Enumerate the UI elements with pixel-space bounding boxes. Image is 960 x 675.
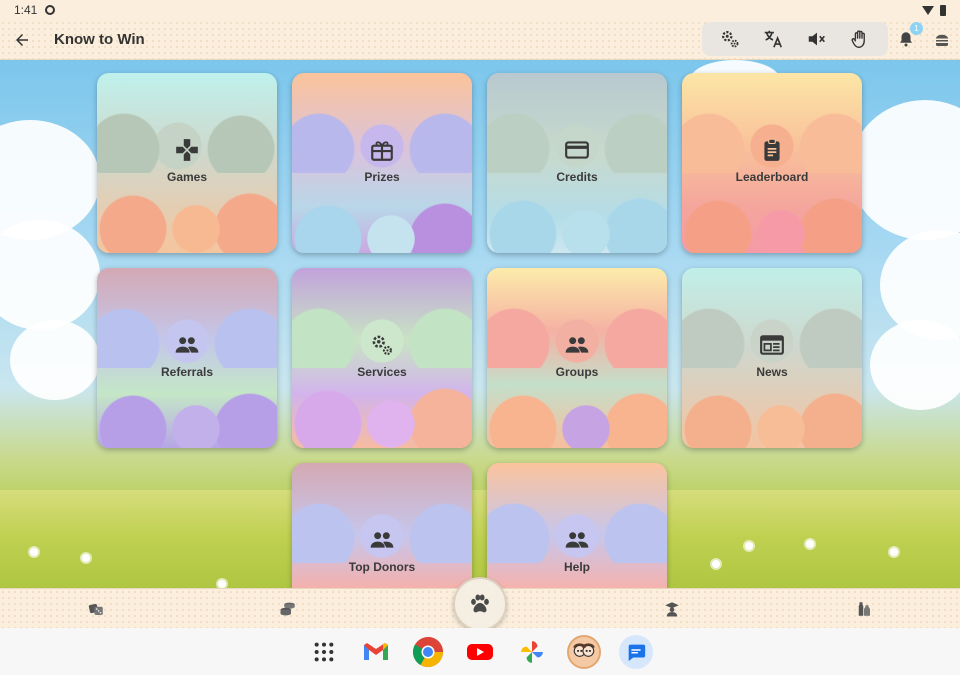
translate-button[interactable] [757, 24, 789, 54]
gears-icon [721, 31, 739, 48]
translate-icon [765, 30, 783, 48]
battery-icon [940, 4, 946, 16]
background-flower [712, 560, 720, 568]
page-title: Know to Win [54, 31, 145, 48]
gift-icon [368, 136, 396, 164]
volume-mute-icon [808, 32, 825, 46]
coins-icon [280, 602, 295, 616]
tile-help[interactable]: Help [487, 463, 667, 588]
background-flower [30, 548, 38, 556]
gamepad-icon [173, 136, 201, 164]
photos-icon [521, 640, 543, 663]
settings-button[interactable] [714, 24, 746, 54]
background-flower [890, 548, 898, 556]
background-flower [82, 554, 90, 562]
arrow-left-icon [16, 33, 28, 46]
tile-news[interactable]: News [682, 268, 862, 448]
tile-label: Groups [555, 365, 599, 379]
background-cloud [10, 320, 100, 400]
card-icon [563, 136, 591, 164]
burger-menu-icon [936, 34, 948, 46]
tile-referrals[interactable]: Referrals [97, 268, 277, 448]
tile-label: News [756, 365, 788, 379]
notifications-button[interactable]: 1 [892, 22, 923, 54]
tile-credits[interactable]: Credits [487, 73, 667, 253]
bottom-nav [0, 577, 960, 631]
gmail-icon [364, 642, 388, 660]
tile-label: Credits [556, 170, 598, 184]
clipboard-icon [758, 136, 786, 164]
tile-leaderboard[interactable]: Leaderboard [682, 73, 862, 253]
cloud-band [487, 198, 667, 253]
people-icon [563, 526, 591, 554]
nav-teacher-button[interactable] [658, 595, 686, 623]
background-cloud [0, 220, 100, 330]
system-dock [0, 628, 960, 675]
tile-label: Games [166, 170, 208, 184]
cloud-band [682, 393, 862, 448]
chrome-app-button[interactable] [411, 635, 445, 669]
background-flower [218, 580, 226, 588]
notification-badge: 1 [910, 22, 923, 35]
gmail-app-button[interactable] [359, 635, 393, 669]
cloud-band [97, 393, 277, 448]
messages-icon [628, 644, 646, 661]
chrome-icon [412, 636, 443, 667]
people-icon [173, 331, 201, 359]
nav-bottles-button[interactable] [850, 595, 878, 623]
hand-button[interactable] [844, 24, 876, 54]
photos-app-button[interactable] [515, 635, 549, 669]
tile-label: Prizes [364, 170, 400, 184]
messages-app-button[interactable] [619, 634, 653, 669]
background-cloud [870, 320, 960, 410]
tile-groups[interactable]: Groups [487, 268, 667, 448]
tile-label: Top Donors [348, 560, 416, 574]
meadow [0, 490, 960, 588]
tile-top-donors[interactable]: Top Donors [292, 463, 472, 588]
cloud-band [487, 393, 667, 448]
nav-coins-button[interactable] [274, 595, 302, 623]
tile-label: Help [563, 560, 590, 574]
system-status-bar: 1:41 [0, 0, 960, 20]
avatar-app-button[interactable] [567, 634, 601, 669]
app-bar: Know to Win 1 [0, 20, 960, 60]
cloud-band [292, 203, 472, 253]
tile-games[interactable]: Games [97, 73, 277, 253]
hand-icon [851, 30, 866, 48]
mute-button[interactable] [801, 24, 833, 54]
people-icon [563, 331, 591, 359]
cloud-band [97, 193, 277, 253]
app-drawer-button[interactable] [307, 635, 341, 669]
menu-button[interactable] [928, 26, 956, 54]
background-flower [806, 540, 814, 548]
paw-icon [471, 594, 489, 613]
youtube-icon [467, 643, 493, 660]
background-flower [745, 542, 753, 550]
nav-paw-button[interactable] [453, 577, 507, 631]
cloud-band [682, 198, 862, 253]
toolbar-group [702, 22, 888, 56]
main-content: Games Prizes Credits Leaderboard Referra… [0, 60, 960, 588]
background-cloud [850, 100, 960, 240]
dice-icon [88, 603, 103, 615]
avatar-app-icon [573, 642, 595, 657]
gears-icon [368, 331, 396, 359]
wifi-icon [922, 5, 934, 15]
newspaper-icon [758, 331, 786, 359]
tile-label: Services [357, 365, 407, 379]
notification-dot-icon [45, 5, 56, 15]
status-time: 1:41 [14, 3, 38, 17]
tile-services[interactable]: Services [292, 268, 472, 448]
nav-dice-button[interactable] [82, 595, 110, 623]
cloud-band [292, 388, 472, 448]
tile-label: Leaderboard [735, 170, 809, 184]
bottles-icon [858, 602, 870, 616]
back-button[interactable] [2, 20, 42, 60]
app-grid-icon [314, 642, 334, 661]
people-icon [368, 526, 396, 554]
youtube-app-button[interactable] [463, 635, 497, 669]
tile-label: Referrals [160, 365, 214, 379]
teacher-icon [665, 602, 679, 617]
tile-prizes[interactable]: Prizes [292, 73, 472, 253]
